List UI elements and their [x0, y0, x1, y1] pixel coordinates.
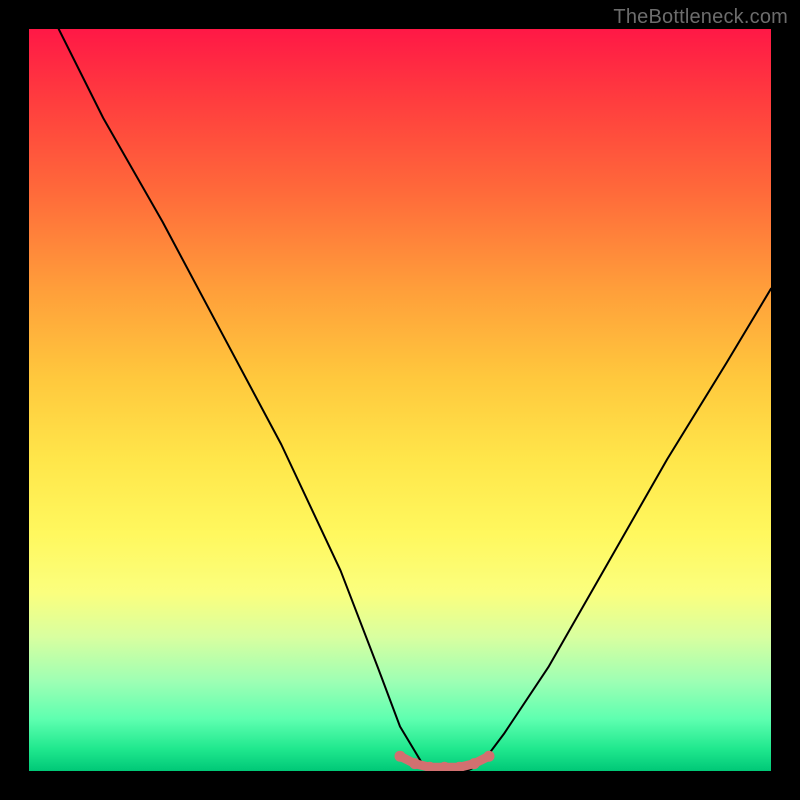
chart-svg [29, 29, 771, 771]
bottom-dot [484, 751, 495, 762]
bottom-dots-group [395, 751, 495, 771]
bottom-dot [469, 758, 480, 769]
plot-area [29, 29, 771, 771]
bottom-dot [395, 751, 406, 762]
main-curve-path [59, 29, 771, 771]
bottom-dot [409, 758, 420, 769]
chart-frame: TheBottleneck.com [0, 0, 800, 800]
watermark-text: TheBottleneck.com [613, 6, 788, 29]
